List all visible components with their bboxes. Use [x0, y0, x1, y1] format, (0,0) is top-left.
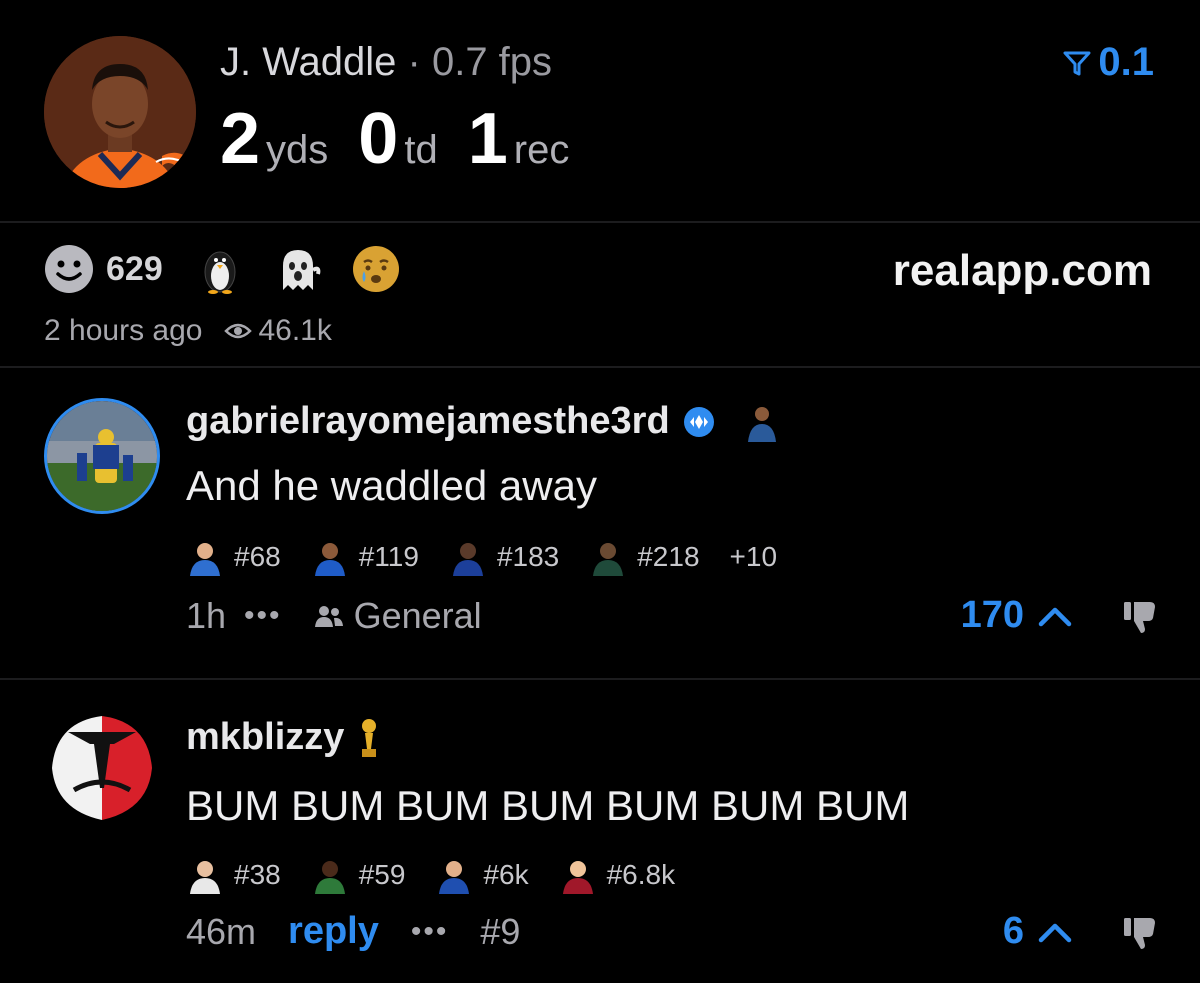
comment: mkblizzy BUM BUM BUM BUM BUM BUM BUM #38… — [0, 680, 1200, 983]
rank-badge[interactable]: #6k — [435, 856, 529, 894]
more-options-button[interactable]: ••• — [244, 599, 282, 633]
commenter-avatar[interactable] — [44, 398, 160, 514]
filter-button[interactable]: 0.1 — [1062, 40, 1154, 85]
stat-td-unit: td — [404, 128, 438, 172]
chevron-up-icon — [1038, 923, 1072, 942]
player-headshot-icon — [452, 543, 483, 576]
rank-label: #6k — [483, 859, 529, 890]
rank-label: #6.8k — [606, 859, 676, 890]
vote-count: 170 — [960, 594, 1024, 636]
divider — [0, 221, 1200, 223]
rank-label: #183 — [496, 541, 560, 572]
comment-footer: 46m reply ••• #9 6 — [186, 910, 1160, 953]
upvote-button[interactable]: 6 — [1003, 910, 1072, 953]
player-headshot-icon — [190, 861, 220, 894]
stat-rec-unit: rec — [513, 128, 570, 172]
ghost-icon[interactable] — [273, 244, 323, 294]
filter-icon — [1063, 51, 1091, 75]
rank-label: #218 — [637, 541, 700, 572]
rank-badge[interactable]: #183 — [449, 538, 559, 576]
badge-list: #68 #119 #183 #218 +10 — [186, 538, 777, 576]
rank-badge[interactable]: #68 — [186, 538, 281, 576]
comment: gabrielrayomejamesthe3rd And he waddled … — [0, 366, 1200, 678]
comment-username[interactable]: mkblizzy — [186, 716, 344, 759]
channel-label: General — [353, 594, 482, 636]
more-badges-count[interactable]: +10 — [730, 541, 778, 573]
comment-time: 1h — [186, 594, 227, 636]
commenter-avatar[interactable] — [44, 710, 160, 826]
filter-value: 0.1 — [1098, 40, 1154, 84]
comment-footer: 1h ••• General 170 — [186, 594, 1160, 637]
player-name[interactable]: J. Waddle — [220, 40, 396, 84]
stat-yds-value: 2 — [220, 99, 261, 179]
views-value: 46.1k — [258, 314, 332, 347]
rank-badge[interactable]: #218 — [589, 538, 700, 576]
comment-username[interactable]: gabrielrayomejamesthe3rd — [186, 400, 670, 443]
reaction-button[interactable]: 629 — [44, 244, 163, 294]
rank-label: #68 — [234, 541, 281, 572]
player-headshot-icon — [439, 861, 470, 894]
stat-line: 2 yds 0 td 1 rec — [220, 98, 599, 180]
player-headshot-icon — [314, 543, 345, 576]
verified-badge-icon — [683, 406, 714, 437]
player-headshot-icon — [562, 861, 593, 894]
rank-label: #38 — [234, 859, 281, 890]
comment-time: 46m — [186, 910, 257, 952]
channel-tag[interactable]: General — [314, 595, 482, 637]
rank-label: #119 — [358, 541, 419, 572]
fps-value: 0.7 fps — [431, 40, 553, 84]
chevron-up-icon — [1038, 607, 1072, 626]
rank-badge[interactable]: #38 — [186, 856, 281, 894]
player-header: J. Waddle · 0.7 fps 2 yds 0 td 1 rec 0.1 — [0, 0, 1200, 222]
badge-list: #38 #59 #6k #6.8k — [186, 856, 705, 894]
upvote-button[interactable]: 170 — [961, 594, 1072, 637]
player-mini-icon — [747, 406, 776, 442]
rank-badge[interactable]: #6.8k — [559, 856, 676, 894]
rank-badge[interactable]: #59 — [311, 856, 406, 894]
post-time: 2 hours ago — [44, 314, 203, 347]
player-avatar[interactable] — [44, 36, 196, 188]
comment-username-row: gabrielrayomejamesthe3rd — [186, 400, 782, 443]
reaction-count: 629 — [106, 249, 163, 288]
thumbs-down-icon[interactable] — [1120, 912, 1160, 952]
view-count: 46.1k — [224, 314, 332, 348]
player-headshot-icon — [190, 543, 220, 576]
trophy-icon — [362, 718, 377, 757]
player-title: J. Waddle · 0.7 fps — [220, 40, 552, 85]
penguin-icon[interactable] — [195, 244, 245, 294]
post-meta: 2 hours ago 46.1k — [44, 314, 332, 348]
player-headshot-icon — [314, 861, 345, 894]
comment-number: #9 — [480, 910, 521, 952]
comment-text: BUM BUM BUM BUM BUM BUM BUM — [186, 782, 910, 829]
rank-label: #59 — [358, 859, 406, 890]
site-link[interactable]: realapp.com — [893, 246, 1152, 296]
eye-icon — [224, 323, 253, 339]
reaction-bar: 629 — [44, 244, 429, 294]
rank-badge[interactable]: #119 — [311, 538, 419, 576]
vote-count: 6 — [1002, 910, 1024, 952]
stat-rec-value: 1 — [467, 99, 508, 179]
thumbs-down-icon[interactable] — [1120, 596, 1160, 636]
crying-face-icon[interactable] — [351, 244, 401, 294]
group-icon — [314, 605, 343, 627]
comment-username-row: mkblizzy — [186, 716, 382, 759]
reply-button[interactable]: reply — [288, 910, 379, 953]
player-headshot-icon — [593, 543, 624, 576]
stat-td-value: 0 — [358, 99, 399, 179]
title-separator: · — [407, 40, 421, 84]
more-options-button[interactable]: ••• — [411, 915, 449, 949]
comment-text: And he waddled away — [186, 462, 597, 509]
stat-yds-unit: yds — [266, 128, 329, 172]
smile-icon — [45, 245, 93, 293]
